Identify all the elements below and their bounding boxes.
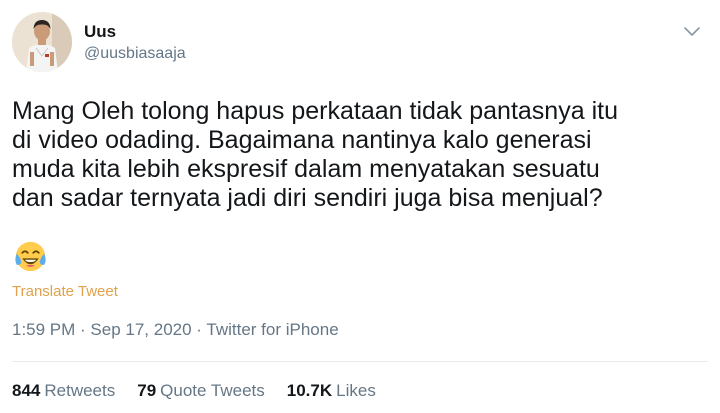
tweet-metadata: 1:59 PM · Sep 17, 2020 · Twitter for iPh… bbox=[12, 320, 339, 340]
display-name[interactable]: Uus bbox=[84, 22, 116, 42]
laughing-tears-emoji-icon bbox=[14, 240, 47, 273]
likes-count: 10.7K bbox=[286, 381, 333, 400]
tweet-source[interactable]: Twitter for iPhone bbox=[206, 320, 338, 339]
tweet-text: Mang Oleh tolong hapus perkataan tidak p… bbox=[12, 97, 712, 213]
divider bbox=[12, 361, 708, 362]
tweet-time[interactable]: 1:59 PM bbox=[12, 320, 75, 339]
chevron-down-icon[interactable] bbox=[681, 20, 703, 42]
user-handle[interactable]: @uusbiasaaja bbox=[84, 45, 186, 63]
tweet-date[interactable]: Sep 17, 2020 bbox=[90, 320, 191, 339]
translate-tweet-link[interactable]: Translate Tweet bbox=[12, 283, 118, 300]
meta-separator: · bbox=[191, 320, 207, 339]
quote-tweets-count: 79 bbox=[137, 381, 157, 400]
avatar-image bbox=[12, 12, 72, 72]
quote-tweets-stat[interactable]: 79 Quote Tweets bbox=[137, 381, 265, 401]
tweet-text-line: dan sadar ternyata jadi diri sendiri jug… bbox=[12, 184, 603, 212]
avatar[interactable] bbox=[12, 12, 72, 72]
tweet-text-line: di video odading. Bagaimana nantinya kal… bbox=[12, 126, 592, 154]
likes-stat[interactable]: 10.7K Likes bbox=[287, 381, 376, 401]
tweet-stats: 844 Retweets 79 Quote Tweets 10.7K Likes bbox=[12, 381, 398, 401]
likes-label: Likes bbox=[336, 381, 376, 400]
tweet-text-line: Mang Oleh tolong hapus perkataan tidak p… bbox=[12, 97, 618, 125]
meta-separator: · bbox=[75, 320, 91, 339]
quote-tweets-label: Quote Tweets bbox=[160, 381, 265, 400]
retweets-label: Retweets bbox=[44, 381, 116, 400]
retweets-stat[interactable]: 844 Retweets bbox=[12, 381, 115, 401]
tweet-text-line: muda kita lebih ekspresif dalam menyatak… bbox=[12, 155, 600, 183]
retweets-count: 844 bbox=[12, 381, 41, 400]
